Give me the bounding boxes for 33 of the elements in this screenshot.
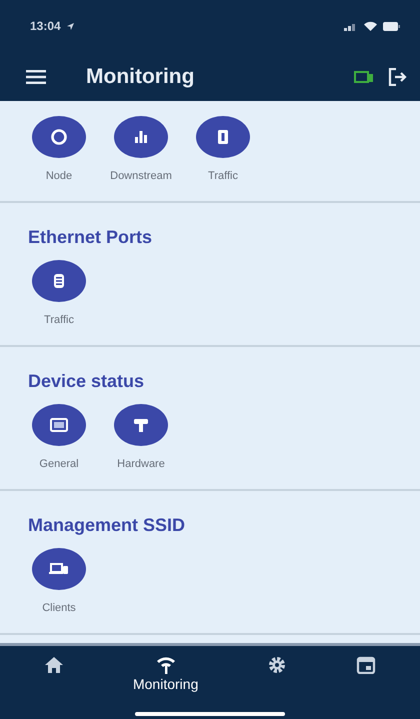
screen-title: Monitoring	[86, 64, 194, 88]
server-button[interactable]	[32, 260, 86, 302]
location-icon	[66, 22, 74, 30]
settings-icon	[267, 656, 288, 674]
section-title: Ethernet Ports	[28, 227, 154, 248]
bar-chart-button[interactable]	[114, 116, 168, 158]
hammer-button[interactable]	[114, 404, 168, 446]
item-label: General	[39, 458, 79, 470]
wifi-icon	[156, 656, 176, 674]
item-label: Traffic	[208, 170, 238, 182]
ring-button[interactable]	[32, 116, 86, 158]
wifi-tab[interactable]: Monitoring	[126, 654, 204, 706]
device-icon	[354, 70, 374, 82]
home-icon	[44, 656, 64, 674]
section-title: Management SSID	[28, 515, 186, 536]
battery-icon	[383, 22, 400, 30]
ring-icon	[48, 128, 70, 146]
item-label: Downstream	[110, 170, 172, 182]
item-label: Traffic	[44, 314, 74, 326]
item-label: Hardware	[117, 458, 165, 470]
calendar-icon	[356, 656, 376, 674]
devices-button[interactable]	[32, 548, 86, 590]
port-button[interactable]	[196, 116, 250, 158]
section-title: Device status	[28, 371, 146, 392]
logout-button[interactable]	[388, 68, 408, 86]
item-label: Node	[46, 170, 72, 182]
menu-button[interactable]	[26, 70, 46, 84]
status-time: 13:04	[30, 19, 61, 33]
signal-icon	[344, 22, 358, 30]
monitor-button[interactable]	[32, 404, 86, 446]
monitor-icon	[48, 416, 70, 434]
item-label: Clients	[42, 602, 76, 614]
wifi-icon	[364, 21, 377, 31]
